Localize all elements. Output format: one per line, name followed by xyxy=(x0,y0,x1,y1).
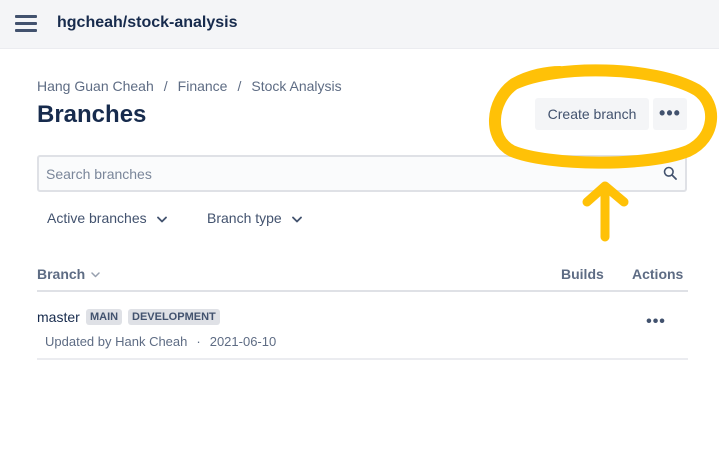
page-title: Branches xyxy=(37,101,147,128)
chevron-down-icon xyxy=(291,216,302,223)
create-branch-button[interactable]: Create branch xyxy=(535,98,649,130)
table-row: master MAIN DEVELOPMENT Updated by Hank … xyxy=(37,292,688,360)
annotation-arrow-icon xyxy=(582,181,629,242)
updated-date: 2021-06-10 xyxy=(209,334,277,349)
annotation-overlay xyxy=(489,64,717,242)
meta-separator: · xyxy=(196,334,201,349)
search-input[interactable] xyxy=(39,157,646,190)
hamburger-menu-icon[interactable] xyxy=(15,15,37,33)
updated-by-text: Updated by Hank Cheah xyxy=(45,334,188,349)
column-header-branch[interactable]: Branch xyxy=(37,266,100,282)
breadcrumb: Hang Guan Cheah / Finance / Stock Analysis xyxy=(37,78,342,94)
search-field xyxy=(37,155,687,192)
column-header-branch-label: Branch xyxy=(37,266,86,282)
row-actions-button[interactable]: ••• xyxy=(644,314,668,335)
active-branches-filter-label: Active branches xyxy=(47,210,147,226)
top-bar: hgcheah/stock-analysis xyxy=(0,0,719,49)
development-badge: DEVELOPMENT xyxy=(128,309,220,325)
repo-title[interactable]: hgcheah/stock-analysis xyxy=(57,14,238,32)
breadcrumb-separator: / xyxy=(237,78,242,94)
more-actions-button[interactable]: ••• xyxy=(653,98,687,130)
chevron-down-icon xyxy=(156,216,167,223)
sort-chevron-icon xyxy=(91,272,100,278)
breadcrumb-project[interactable]: Finance xyxy=(178,78,228,94)
breadcrumb-repo[interactable]: Stock Analysis xyxy=(251,78,341,94)
search-icon[interactable] xyxy=(663,166,677,180)
main-badge: MAIN xyxy=(86,309,123,325)
breadcrumb-separator: / xyxy=(163,78,168,94)
column-header-actions: Actions xyxy=(632,266,684,282)
branch-meta: Updated by Hank Cheah · 2021-06-10 xyxy=(45,334,276,349)
branch-type-filter[interactable]: Branch type xyxy=(207,210,302,226)
column-header-builds: Builds xyxy=(561,266,604,282)
branch-name-link[interactable]: master xyxy=(37,309,80,325)
branch-type-filter-label: Branch type xyxy=(207,210,282,226)
breadcrumb-owner[interactable]: Hang Guan Cheah xyxy=(37,78,154,94)
active-branches-filter[interactable]: Active branches xyxy=(47,210,167,226)
